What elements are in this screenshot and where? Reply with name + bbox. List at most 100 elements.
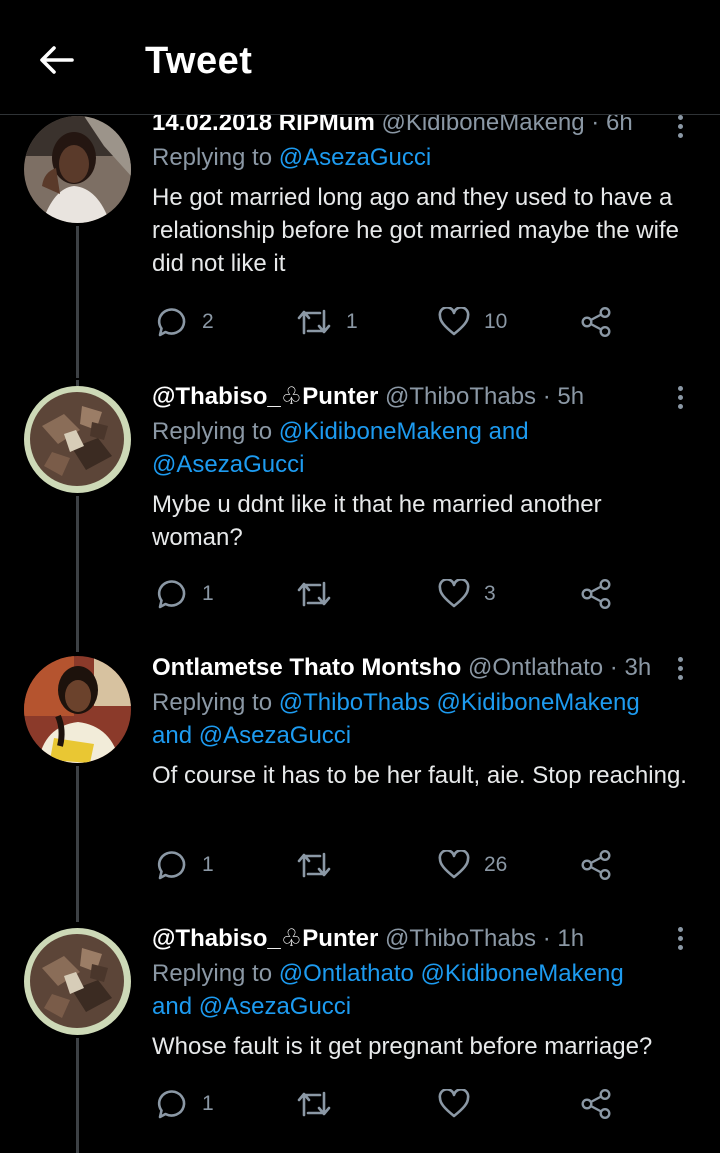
tweet-content: @Thabiso_♧Punter @ThiboThabs · 5h Replyi… — [152, 382, 697, 554]
reply-mention[interactable]: @AsezaGucci — [279, 144, 431, 171]
retweet-icon — [297, 852, 331, 878]
reply-button[interactable]: 1 — [156, 845, 214, 885]
reply-button[interactable]: 1 — [156, 1084, 214, 1124]
avatar[interactable] — [24, 386, 131, 493]
user-handle[interactable]: @ThiboThabs — [385, 925, 536, 952]
arrow-left-icon — [40, 46, 74, 74]
share-button[interactable] — [580, 302, 612, 342]
thread-line — [76, 496, 79, 652]
replying-to-label: Replying to — [152, 960, 273, 987]
share-icon — [581, 578, 611, 610]
tweet-content: Ontlametse Thato Montsho @Ontlathato · 3… — [152, 653, 697, 792]
like-count: 26 — [484, 853, 508, 876]
retweet-icon — [297, 1091, 331, 1117]
user-handle[interactable]: @ThiboThabs — [385, 383, 536, 410]
heart-icon — [438, 579, 470, 608]
tweet-content: @Thabiso_♧Punter @ThiboThabs · 1h Replyi… — [152, 924, 697, 1063]
reply-mention[interactable]: @AsezaGucci — [199, 722, 351, 749]
display-name[interactable]: @Thabiso_♧Punter — [152, 925, 378, 952]
like-button[interactable]: 26 — [438, 845, 507, 885]
heart-icon — [438, 1089, 470, 1118]
like-button[interactable] — [438, 1084, 484, 1124]
replying-to: Replying to @AsezaGucci — [152, 141, 697, 174]
reply-mention[interactable]: @ThiboThabs @KidiboneMakeng — [279, 689, 640, 716]
reply-mention[interactable]: @AsezaGucci — [199, 993, 351, 1020]
more-options-icon[interactable] — [672, 382, 688, 412]
reply-count: 1 — [202, 853, 214, 876]
reply-count: 1 — [202, 582, 214, 605]
comment-icon — [157, 308, 186, 337]
tweet-content: 14.02.2018 RIPMum @KidiboneMakeng · 6h R… — [152, 108, 697, 280]
replying-to-label: Replying to — [152, 418, 273, 445]
avatar[interactable] — [24, 928, 131, 1035]
retweet-button[interactable] — [296, 1084, 346, 1124]
tweet-item[interactable]: Ontlametse Thato Montsho @Ontlathato · 3… — [0, 652, 720, 922]
display-name[interactable]: @Thabiso_♧Punter — [152, 383, 378, 410]
tweet-item[interactable]: 14.02.2018 RIPMum @KidiboneMakeng · 6h R… — [0, 108, 720, 378]
share-button[interactable] — [580, 574, 612, 614]
comment-icon — [157, 851, 186, 880]
reply-and: and — [152, 722, 193, 749]
retweet-icon — [297, 309, 331, 335]
share-icon — [581, 306, 611, 338]
display-name[interactable]: Ontlametse Thato Montsho — [152, 654, 461, 681]
separator-dot: · — [542, 925, 551, 952]
timestamp: 5h — [557, 383, 585, 410]
avatar[interactable] — [24, 656, 131, 763]
share-icon — [581, 1088, 611, 1120]
tweet-text: He got married long ago and they used to… — [152, 184, 679, 277]
like-count: 3 — [484, 582, 496, 605]
reply-count: 1 — [202, 1092, 214, 1115]
tweet-actions: 1 — [152, 1084, 622, 1124]
share-button[interactable] — [580, 845, 612, 885]
reply-button[interactable]: 1 — [156, 574, 214, 614]
timestamp: 1h — [557, 925, 585, 952]
avatar[interactable] — [24, 116, 131, 223]
like-button[interactable]: 10 — [438, 302, 507, 342]
reply-button[interactable]: 2 — [156, 302, 214, 342]
more-options-icon[interactable] — [672, 653, 688, 683]
back-button[interactable] — [34, 40, 78, 80]
tweet-item[interactable]: @Thabiso_♧Punter @ThiboThabs · 5h Replyi… — [0, 380, 720, 652]
tweet-header: Ontlametse Thato Montsho @Ontlathato · 3… — [152, 653, 697, 683]
reply-mention[interactable]: @AsezaGucci — [152, 451, 304, 478]
reply-count: 2 — [202, 310, 214, 333]
more-options-icon[interactable] — [672, 111, 688, 141]
reply-mention[interactable]: @KidiboneMakeng — [279, 418, 482, 445]
replying-to: Replying to @Ontlathato @KidiboneMakeng … — [152, 957, 697, 1023]
comment-icon — [157, 580, 186, 609]
retweet-button[interactable] — [296, 574, 346, 614]
tweet-actions: 1 3 — [152, 574, 622, 614]
timestamp: 3h — [624, 654, 652, 681]
replying-to: Replying to @KidiboneMakeng and @AsezaGu… — [152, 415, 697, 481]
replying-to: Replying to @ThiboThabs @KidiboneMakeng … — [152, 686, 697, 752]
retweet-button[interactable] — [296, 845, 346, 885]
tweet-header: @Thabiso_♧Punter @ThiboThabs · 5h — [152, 382, 697, 412]
thread-line — [76, 1038, 79, 1153]
thread-line — [76, 226, 79, 378]
replying-to-label: Replying to — [152, 144, 273, 171]
retweet-count: 1 — [346, 310, 358, 333]
like-button[interactable]: 3 — [438, 574, 496, 614]
like-count: 10 — [484, 310, 508, 333]
more-options-icon[interactable] — [672, 923, 688, 953]
tweet-text: Of course it has to be her fault, aie. S… — [152, 762, 687, 789]
replying-to-label: Replying to — [152, 689, 273, 716]
tweet-text: Mybe u ddnt like it that he married anot… — [152, 491, 602, 551]
retweet-icon — [297, 581, 331, 607]
retweet-button[interactable]: 1 — [296, 302, 358, 342]
heart-icon — [438, 850, 470, 879]
tweet-actions: 1 26 — [152, 845, 622, 885]
tweet-header: @Thabiso_♧Punter @ThiboThabs · 1h — [152, 924, 697, 954]
reply-mention[interactable]: @Ontlathato @KidiboneMakeng — [279, 960, 624, 987]
tweet-item[interactable]: @Thabiso_♧Punter @ThiboThabs · 1h Replyi… — [0, 922, 720, 1153]
tweet-actions: 2 1 10 — [152, 302, 622, 342]
tweet-text: Whose fault is it get pregnant before ma… — [152, 1033, 653, 1060]
separator-dot: · — [542, 383, 551, 410]
share-icon — [581, 849, 611, 881]
reply-and: and — [152, 993, 193, 1020]
share-button[interactable] — [580, 1084, 612, 1124]
top-app-bar: Tweet — [0, 0, 720, 115]
user-handle[interactable]: @Ontlathato — [468, 654, 603, 681]
separator-dot: · — [609, 654, 618, 681]
